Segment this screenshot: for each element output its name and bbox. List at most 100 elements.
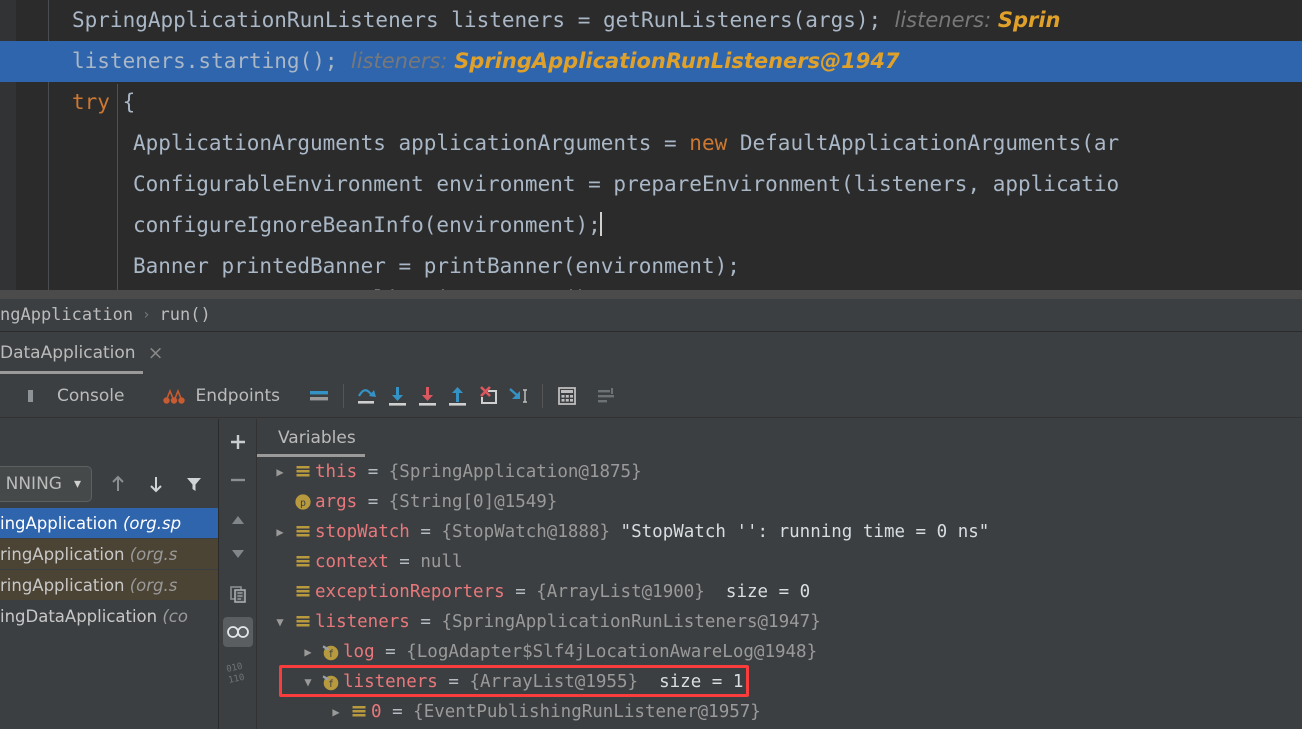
variable-value: {SpringApplication@1875} [388,462,642,482]
toolbar-separator-2 [542,383,544,408]
frame-row[interactable]: ingDataApplication (co [0,601,218,631]
variable-name: stopWatch [315,522,410,542]
frames-up-icon[interactable] [103,469,133,499]
variable-name: log [343,642,375,662]
local-variable-icon [291,582,315,602]
frame-row[interactable]: ringApplication (org.s [0,539,218,569]
variable-value: null [420,552,463,572]
remove-watch-icon[interactable] [223,465,253,495]
step-into-icon[interactable] [383,381,413,411]
variable-name: this [315,462,358,482]
breadcrumb-class[interactable]: ngApplication [0,305,133,325]
variable-equals: = [409,522,442,542]
variable-value: {ArrayList@1955} [469,672,639,692]
frames-panel[interactable]: NNING ▾ ingApplication (org.sp ringApplic… [0,419,219,729]
code-line[interactable]: Banner printedBanner = printBanner(envir… [0,246,1302,287]
frame-row[interactable]: ringApplication (org.s [0,570,218,600]
variable-name: listeners [315,612,410,632]
editor-bottom-shade [0,290,1302,299]
variable-row[interactable]: exceptionReporters = {ArrayList@1900} si… [257,577,1302,607]
add-watch-icon[interactable] [223,427,253,457]
tab-console[interactable]: Console [14,374,131,418]
expand-arrow-icon[interactable]: ▶ [269,465,291,479]
run-to-cursor-icon[interactable] [503,381,533,411]
step-out-icon[interactable] [443,381,473,411]
variable-equals: = [504,582,537,602]
debug-toolbar: Console Endpoints [0,374,1302,418]
frame-method-name: ringApplication [0,544,125,564]
frame-location: (org.s [124,544,178,564]
code-line[interactable]: configureIgnoreBeanInfo(environment); [0,205,1302,246]
drop-frame-icon[interactable] [473,381,503,411]
collapse-arrow-icon[interactable]: ▼ [297,675,319,689]
variable-name: args [315,492,358,512]
variable-extra: size = 0 [704,582,811,602]
variable-row[interactable]: ▶ stopWatch = {StopWatch@1888} "StopWatch… [257,517,1302,547]
breadcrumb: ngApplication › run() [0,299,1302,332]
console-icon [20,381,50,411]
variable-value: {String[0]@1549} [388,492,558,512]
variable-row[interactable]: ▶ this = {SpringApplication@1875} [257,457,1302,487]
settings-list-icon[interactable] [592,381,622,411]
code-segment: listeners: [337,49,455,73]
tab-endpoints[interactable]: Endpoints [153,374,287,418]
variables-panel[interactable]: Variables ▶ this = {SpringApplication@187… [256,419,1302,729]
code-line[interactable]: ApplicationArguments applicationArgument… [0,123,1302,164]
code-segment: listeners: [881,8,998,32]
expand-arrow-icon[interactable]: ▶ [297,645,319,659]
variable-row[interactable]: ▶ f log = {LogAdapter$Slf4jLocationAwareLo… [257,637,1302,667]
field-icon: f [319,672,343,692]
svg-text:p: p [300,498,306,509]
filter-icon[interactable] [179,469,209,499]
code-line[interactable]: ConfigurableEnvironment environment = pr… [0,164,1302,205]
collapse-arrow-icon[interactable]: ▼ [269,615,291,629]
variable-row[interactable]: ▼ listeners = {SpringApplicationRunListen… [257,607,1302,637]
code-line-text: ApplicationArguments applicationArgument… [0,131,1119,155]
run-tab[interactable]: DataApplication × [0,332,172,374]
code-line[interactable]: try { [0,82,1302,123]
variables-tree[interactable]: ▶ this = {SpringApplication@1875} p args = … [257,457,1302,729]
variable-equals: = [357,492,389,512]
evaluate-expression-icon[interactable] [552,381,582,411]
field-icon: f [319,642,343,662]
variable-equals: = [357,462,389,482]
move-up-icon[interactable] [223,505,253,535]
run-tab-label: DataApplication [0,343,136,363]
variable-row[interactable]: p args = {String[0]@1549} [257,487,1302,517]
toolbar-separator [343,383,345,408]
frame-row[interactable]: ingApplication (org.sp [0,508,218,538]
local-variable-icon [291,462,315,482]
variable-name: 0 [371,702,382,722]
code-editor[interactable]: SpringApplicationRunListeners listeners … [0,0,1302,299]
inspect-glasses-icon[interactable] [223,617,253,647]
code-segment: new [689,131,728,155]
close-icon[interactable]: × [148,343,164,363]
code-line[interactable]: SpringApplicationRunListeners listeners … [0,0,1302,41]
code-line-text: listeners.starting(); listeners: SpringA… [0,49,900,73]
code-line-text: configureIgnoreBeanInfo(environment); [0,212,602,237]
expand-arrow-icon[interactable]: ▶ [325,705,347,719]
tab-variables[interactable]: Variables [278,419,356,457]
code-line[interactable]: listeners.starting(); listeners: SpringA… [0,41,1302,82]
force-step-into-icon[interactable] [413,381,443,411]
breadcrumb-method[interactable]: run() [160,305,211,325]
variable-row[interactable]: ▼ f listeners = {ArrayList@1955} size = 1 [257,667,1302,697]
move-down-icon[interactable] [223,539,253,569]
expand-arrow-icon[interactable]: ▶ [269,525,291,539]
binary-view-icon[interactable]: 010 110 [223,659,253,689]
variable-value: {ArrayList@1900} [536,582,705,602]
code-segment: try [72,90,110,114]
step-over-icon[interactable] [353,381,383,411]
variable-extra: size = 1 [638,672,744,692]
variable-row[interactable]: ▶ 0 = {EventPublishingRunListener@1957} [257,697,1302,727]
frames-down-icon[interactable] [141,469,171,499]
variable-equals: = [374,642,407,662]
variable-row[interactable]: context = null [257,547,1302,577]
variable-name: exceptionReporters [315,582,505,602]
copy-icon[interactable] [223,579,253,609]
code-line-text: SpringApplicationRunListeners listeners … [0,8,1061,32]
variable-value: {EventPublishingRunListener@1957} [413,702,761,722]
frame-method-name: ringApplication [0,575,125,595]
show-execution-point-icon[interactable] [304,381,334,411]
frame-location: (org.sp [117,513,182,533]
